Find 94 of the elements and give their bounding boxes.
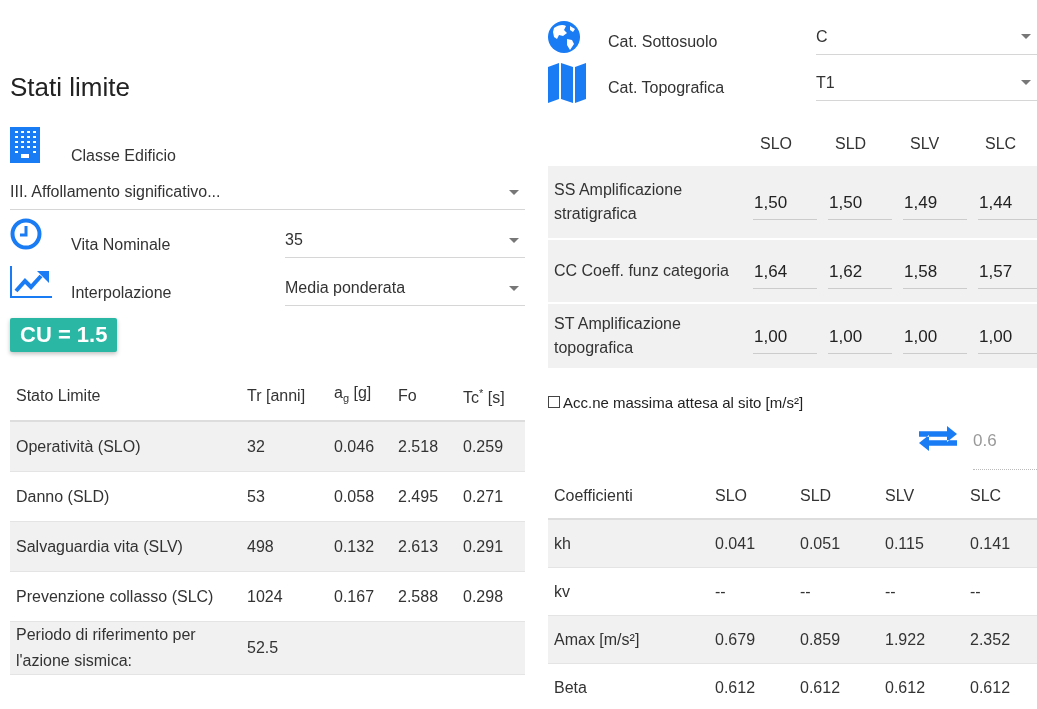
column-header: SLV [909,135,941,153]
table-cell-text: 0.051 [799,533,842,554]
value-field[interactable]: 1,58 [903,253,967,289]
column-header: SLD [834,135,868,153]
value-field[interactable]: 1,64 [753,253,817,289]
table-cell-text: Danno (SLD) [15,486,111,507]
table-cell-text: Prevenzione collasso (SLC) [15,586,215,607]
caret-icon [509,189,519,195]
column-header: Stato Limite [15,386,102,406]
value-field[interactable]: 1,62 [828,253,892,289]
table-cell-text: 0.612 [799,677,842,698]
table-cell-text: -- [969,581,982,602]
table-cell-text: 0.046 [333,436,376,457]
table-cell-text: 498 [246,536,275,557]
map-icon [548,63,586,103]
table-cell-text: 0.612 [969,677,1012,698]
table-cell-text: 0.679 [714,629,757,650]
table-cell-text: 0.115 [884,533,925,554]
dropdown[interactable]: 35 [285,223,525,258]
column-header: SLC [984,135,1018,153]
table-cell-text: Amax [m/s²] [553,629,641,650]
table-cell-text: 0.141 [969,533,1012,554]
table-cell-text: 1024 [246,586,284,607]
value-field[interactable]: 1,00 [903,318,967,354]
table-cell-text: -- [799,581,812,602]
trending-up-icon [10,266,52,298]
globe-icon [548,21,580,53]
table-cell-text: 0.612 [884,677,927,698]
column-header: a$_{g}$ [g] [333,383,373,407]
table-cell-text: Salvaguardia vita (SLV) [15,536,184,557]
table-cell-text: 0.167 [333,586,376,607]
column-header: SLO [759,135,793,153]
table-cell-text: 0.612 [714,677,757,698]
column-header: Coefficienti [553,486,634,506]
table-cell-text: 2.518 [397,436,440,457]
dropdown[interactable]: III. Affollamento significativo... [10,175,525,210]
table-cell-text: 2.495 [397,486,440,507]
table-cell-text: kv [553,581,571,602]
dropdown[interactable]: T1 [816,65,1037,101]
value-field[interactable]: 1,57 [978,253,1037,289]
column-header: Tc$^{*}$ [s] [462,386,506,409]
row-label: SS Amplificazione stratigrafica [553,180,684,224]
field-label: Cat. Topografica [608,78,726,97]
value-field[interactable]: 1,50 [753,184,817,220]
field-label: Vita Nominale [71,236,172,255]
value-field[interactable]: 1,00 [753,318,817,354]
field-label: Cat. Sottosuolo [608,32,719,51]
value-field[interactable]: 1,50 [828,184,892,220]
table-cell-text: 0.041 [714,533,757,554]
table-cell-text: 2.352 [969,629,1012,650]
caret-icon [509,285,519,291]
table-cell-text: 2.588 [397,586,440,607]
table-cell-text: 0.298 [462,586,505,607]
table-cell-text: Periodo di riferimento per l'azione sismica: [15,625,197,671]
column-header: SLO [714,486,748,506]
dropdown[interactable]: Media ponderata [285,271,525,306]
field-label: Interpolazione [71,284,173,303]
table-cell-text: Operatività (SLO) [15,436,142,457]
column-header: Tr [anni] [246,386,307,406]
table-cell-text: 0.058 [333,486,376,507]
caret-icon [509,237,519,243]
checkbox-label: Acc.ne massima attesa al sito [m/s²] [563,394,804,411]
table-cell-text: 32 [246,436,266,457]
row-label: CC Coeff. funz categoria [553,261,730,281]
field-label: Classe Edificio [71,147,177,166]
building-icon [10,127,40,163]
table-cell-text: 0.132 [333,536,376,557]
table-cell-text: 0.259 [462,436,505,457]
row-label: ST Amplificazione topografica [553,314,682,358]
table-cell-text: 0.291 [462,536,505,557]
table-cell-text: Beta [553,677,588,698]
value-field[interactable]: 1,00 [978,318,1037,354]
dropdown[interactable]: C [816,19,1037,55]
column-header: SLV [884,486,916,506]
value-field[interactable]: 1,00 [828,318,892,354]
table-cell-text: 53 [246,486,266,507]
table-cell-text: -- [884,581,897,602]
column-header: Fo [397,386,418,406]
table-cell-text: 1.922 [884,629,927,650]
table-cell-text: 2.613 [397,536,440,557]
table-cell-text: 0.859 [799,629,842,650]
clock-icon [10,218,42,250]
column-header: SLD [799,486,833,506]
table-cell-text: 0.271 [462,486,505,507]
column-header: SLC [969,486,1003,506]
table-cell-text: -- [714,581,727,602]
value-field[interactable]: 1,49 [903,184,967,220]
caret-icon [1021,80,1031,85]
cu-badge: CU = 1.5 [10,318,118,352]
table-cell-text: 52.5 [246,638,280,658]
table-cell-text: kh [553,533,572,554]
value-field[interactable]: 1,44 [978,184,1037,220]
page-title: Stati limite [10,72,131,103]
caret-icon [1021,34,1031,39]
